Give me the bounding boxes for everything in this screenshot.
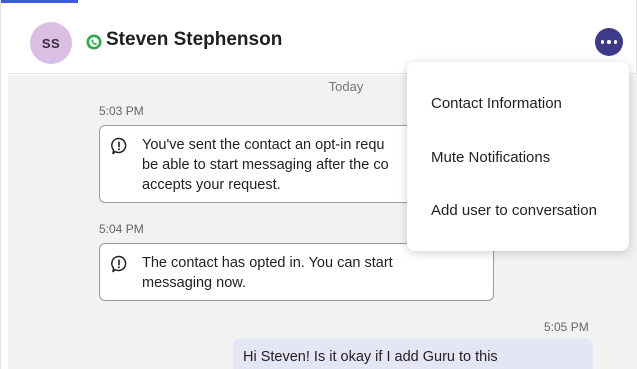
more-horizontal-icon — [600, 40, 605, 44]
menu-item-contact-information[interactable]: Contact Information — [431, 95, 562, 112]
message-timestamp: 5:04 PM — [99, 222, 144, 236]
message-timestamp: 5:03 PM — [99, 104, 144, 118]
message-timestamp: 5:05 PM — [544, 320, 589, 334]
more-dot — [607, 40, 611, 44]
info-bubble-icon — [111, 255, 127, 273]
whatsapp-icon — [86, 34, 102, 50]
system-message-text: The contact has opted in. You can start … — [142, 253, 482, 293]
top-accent-bar — [0, 0, 78, 3]
more-options-button[interactable] — [595, 28, 623, 56]
system-message-card: The contact has opted in. You can start … — [99, 243, 494, 301]
menu-item-mute-notifications[interactable]: Mute Notifications — [431, 149, 550, 166]
avatar[interactable]: SS — [30, 22, 72, 64]
contact-name: Steven Stephenson — [106, 29, 283, 50]
menu-item-add-user[interactable]: Add user to conversation — [431, 202, 597, 219]
message-line: messaging now. — [142, 275, 246, 291]
more-dot — [613, 40, 618, 44]
left-divider — [0, 0, 1, 369]
outgoing-message-bubble: Hi Steven! Is it okay if I add Guru to t… — [233, 339, 593, 369]
info-bubble-icon — [111, 137, 127, 155]
options-dropdown-menu: Contact Information Mute Notifications A… — [407, 62, 629, 251]
message-line: The contact has opted in. You can start — [142, 255, 393, 271]
